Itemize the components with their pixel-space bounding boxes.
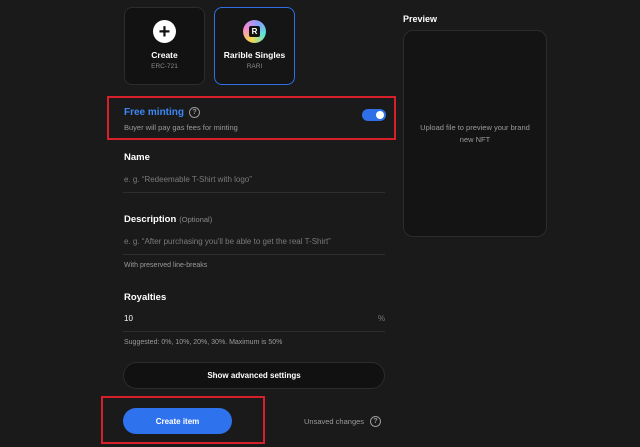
name-label: Name bbox=[124, 152, 150, 163]
royalties-unit: % bbox=[378, 314, 386, 323]
description-input[interactable]: e. g. “After purchasing you'll be able t… bbox=[124, 237, 385, 246]
collection-title: Create bbox=[151, 50, 178, 60]
preview-label: Preview bbox=[403, 14, 438, 24]
plus-icon: + bbox=[153, 20, 176, 43]
royalties-label: Royalties bbox=[124, 292, 167, 303]
collection-standard: ERC-721 bbox=[151, 63, 178, 70]
free-minting-highlight bbox=[107, 96, 396, 140]
royalties-input[interactable]: 10 bbox=[124, 314, 364, 323]
optional-tag: (Optional) bbox=[179, 215, 213, 224]
preview-panel: Upload file to preview your brand new NF… bbox=[403, 30, 547, 237]
rarible-logo-icon: R bbox=[243, 20, 266, 43]
help-icon[interactable]: ? bbox=[370, 416, 382, 427]
free-minting-description: Buyer will pay gas fees for minting bbox=[124, 123, 238, 132]
description-input-underline bbox=[123, 254, 385, 255]
royalties-input-underline bbox=[123, 331, 385, 332]
show-advanced-settings-button[interactable]: Show advanced settings bbox=[123, 362, 385, 389]
description-hint: With preserved line-breaks bbox=[124, 262, 208, 269]
free-minting-toggle[interactable] bbox=[362, 109, 386, 121]
name-input[interactable]: e. g. “Redeemable T-Shirt with logo” bbox=[124, 175, 385, 184]
collection-title: Rarible Singles bbox=[223, 50, 286, 60]
create-item-button[interactable]: Create item bbox=[123, 408, 232, 434]
unsaved-changes: Unsaved changes ? bbox=[304, 416, 382, 427]
collection-card-rarible-singles[interactable]: R Rarible Singles RARI bbox=[214, 7, 295, 85]
collection-standard: RARI bbox=[246, 63, 263, 70]
preview-placeholder-text: Upload file to preview your brand new NF… bbox=[420, 122, 530, 144]
toggle-knob bbox=[376, 111, 384, 119]
help-icon[interactable]: ? bbox=[189, 107, 201, 118]
collection-card-create[interactable]: + Create ERC-721 bbox=[124, 7, 205, 85]
description-label: Description (Optional) bbox=[124, 214, 213, 225]
royalties-hint: Suggested: 0%, 10%, 20%, 30%. Maximum is… bbox=[124, 339, 283, 346]
name-input-underline bbox=[123, 192, 385, 193]
free-minting-title: Free minting ? bbox=[124, 107, 201, 118]
